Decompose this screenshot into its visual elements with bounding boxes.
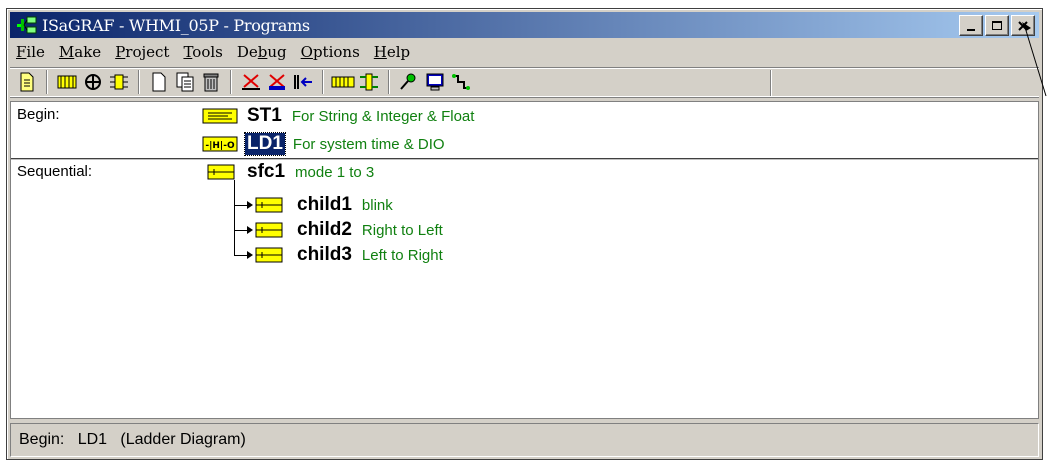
download-icon [400, 73, 416, 90]
program-name: child3 [297, 244, 352, 265]
io-connection-button[interactable] [106, 69, 132, 95]
program-description: Right to Left [361, 221, 443, 239]
program-st1[interactable]: ST1 For String & Integer & Float [201, 105, 474, 127]
delete-program-button[interactable] [198, 69, 224, 95]
menu-bar: File Make Project Tools Debug Options Help [10, 40, 1039, 64]
toolbar-separator [230, 70, 232, 94]
program-name: LD1 [244, 132, 286, 156]
menu-make[interactable]: Make [52, 43, 108, 61]
tree-connector [234, 230, 248, 231]
dictionary-button[interactable] [54, 69, 80, 95]
program-name: sfc1 [247, 161, 286, 182]
simulate-button[interactable] [290, 69, 316, 95]
program-description: mode 1 to 3 [295, 163, 375, 181]
minimize-icon [967, 28, 975, 31]
open-document-button[interactable] [14, 69, 40, 95]
isagraf-app-icon[interactable] [16, 15, 38, 35]
toolbar-separator [138, 70, 140, 94]
link-icon [452, 74, 470, 90]
cut-icon [242, 74, 260, 90]
maximize-icon [992, 20, 1002, 30]
program-sfc1[interactable]: sfc1 mode 1 to 3 [201, 161, 374, 183]
program-child2[interactable]: child2 Right to Left [251, 219, 443, 241]
program-name: ST1 [247, 105, 282, 126]
program-description: blink [361, 196, 393, 214]
toolbar-separator [388, 70, 390, 94]
make-button[interactable] [264, 69, 290, 95]
program-child1[interactable]: child1 blink [251, 194, 393, 216]
toolbar [10, 67, 1039, 97]
ld-program-icon: -|H|-O [201, 135, 239, 153]
sfc-child-icon [251, 221, 289, 239]
menu-project[interactable]: Project [108, 43, 176, 61]
program-child3[interactable]: child3 Left to Right [251, 244, 443, 266]
toolbar-separator [46, 70, 48, 94]
run-debug-icon [360, 73, 378, 91]
toolbar-separator [322, 70, 324, 94]
make-icon [269, 74, 285, 90]
title-bar[interactable]: ISaGRAF - WHMI_05P - Programs [10, 12, 1039, 38]
program-description: For String & Integer & Float [291, 107, 475, 125]
compile-icon [85, 74, 101, 90]
io-board-button[interactable] [330, 69, 356, 95]
simulate-icon [294, 75, 312, 89]
status-text: Begin: LD1 (Ladder Diagram) [19, 431, 246, 448]
target-button[interactable] [422, 69, 448, 95]
annotation-pointer-icon [1022, 22, 1047, 97]
open-document-icon [20, 72, 34, 92]
tree-connector [234, 180, 235, 255]
sfc-child-icon [251, 246, 289, 264]
svg-text:-|H|-O: -|H|-O [205, 141, 235, 151]
cut-button[interactable] [238, 69, 264, 95]
window-title: ISaGRAF - WHMI_05P - Programs [42, 15, 310, 35]
menu-tools[interactable]: Tools [176, 43, 229, 61]
io-board-icon [331, 76, 355, 88]
section-label-sequential: Sequential: [17, 163, 93, 180]
program-name: child2 [297, 219, 352, 240]
new-program-button[interactable] [146, 69, 172, 95]
menu-options[interactable]: Options [294, 43, 367, 61]
menu-help[interactable]: Help [367, 43, 417, 61]
section-divider [11, 158, 1038, 160]
tree-connector [234, 205, 248, 206]
sfc-program-icon [201, 163, 239, 181]
copy-program-icon [176, 72, 194, 92]
dictionary-icon [57, 75, 77, 89]
download-button[interactable] [396, 69, 422, 95]
run-debug-button[interactable] [356, 69, 382, 95]
st-program-icon [201, 107, 239, 125]
menu-file[interactable]: File [10, 43, 52, 61]
app-window: ISaGRAF - WHMI_05P - Programs File Make Pr… [6, 8, 1043, 460]
toolbar-end-separator [770, 70, 772, 96]
program-name: child1 [297, 194, 352, 215]
programs-list[interactable]: Begin: ST1 For String & Integer & Float … [10, 101, 1039, 419]
target-icon [426, 73, 444, 91]
program-description: Left to Right [361, 246, 443, 264]
new-program-icon [152, 72, 166, 92]
copy-program-button[interactable] [172, 69, 198, 95]
link-button[interactable] [448, 69, 474, 95]
minimize-button[interactable] [959, 15, 983, 36]
section-label-begin: Begin: [17, 106, 60, 123]
tree-connector [234, 255, 248, 256]
sfc-child-icon [251, 196, 289, 214]
program-ld1[interactable]: -|H|-O LD1 For system time & DIO [201, 132, 445, 156]
program-description: For system time & DIO [292, 135, 445, 153]
delete-program-icon [203, 73, 219, 92]
menu-debug[interactable]: Debug [230, 43, 294, 61]
io-connection-icon [110, 74, 128, 90]
compile-button[interactable] [80, 69, 106, 95]
status-bar: Begin: LD1 (Ladder Diagram) [10, 423, 1039, 457]
maximize-button[interactable] [985, 15, 1009, 36]
